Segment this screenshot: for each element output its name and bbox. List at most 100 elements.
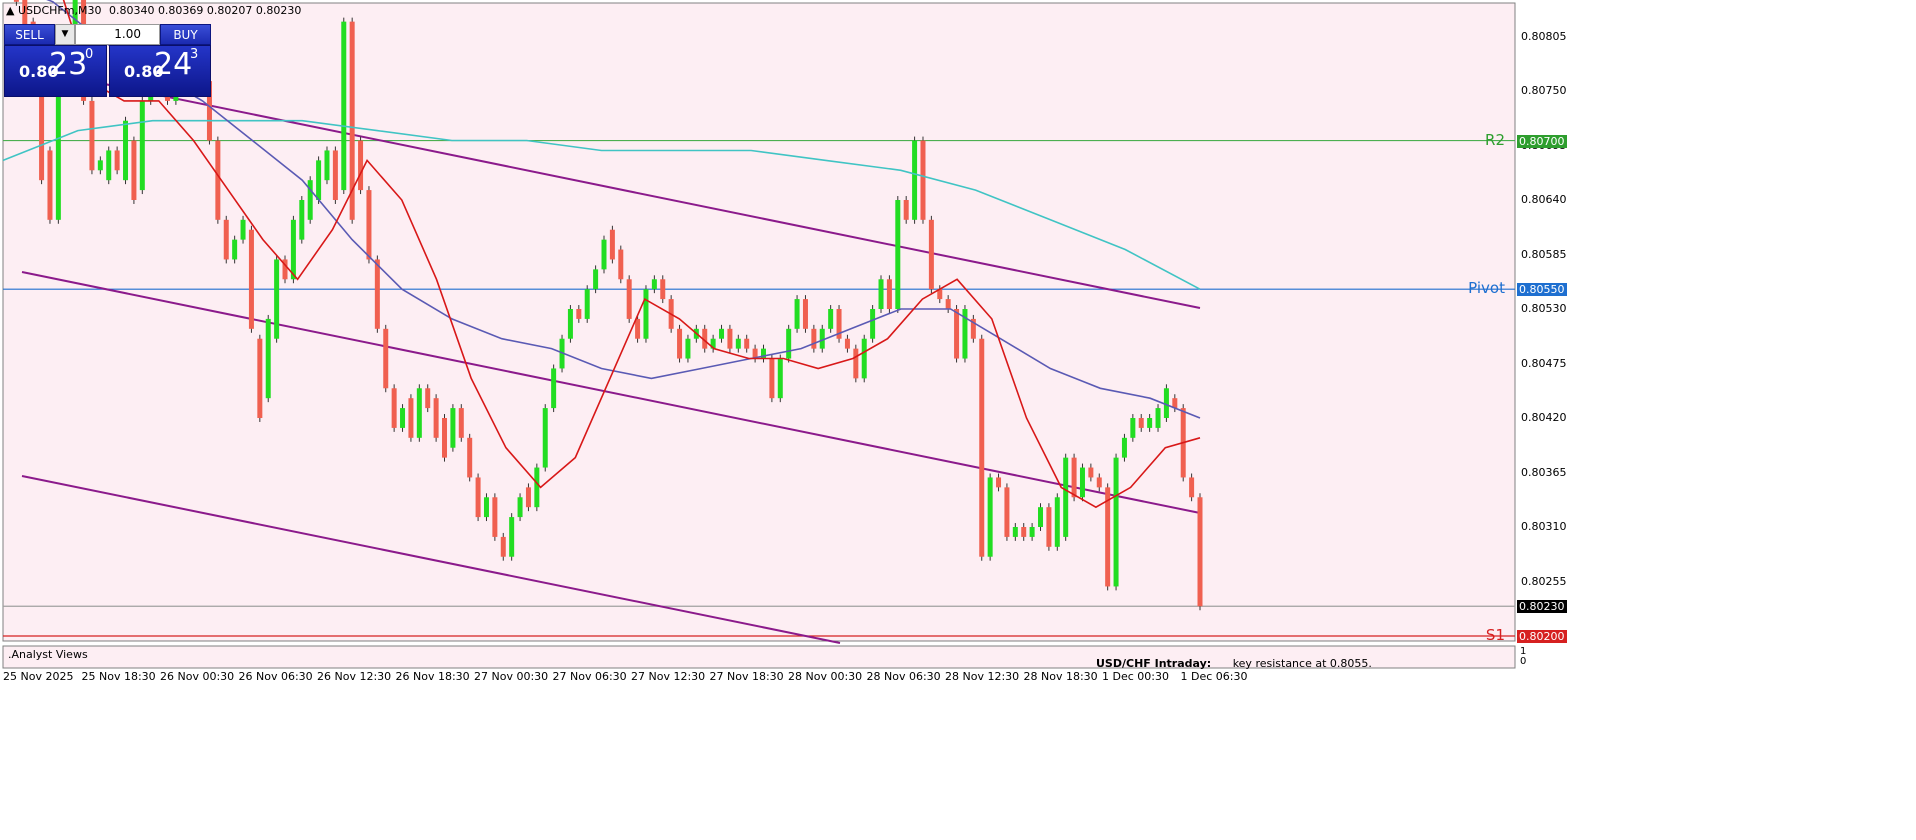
candle-bear	[366, 190, 372, 260]
sell-price[interactable]: 0.80 23 0	[4, 45, 107, 97]
candle-bear	[920, 140, 926, 220]
candle-bear	[47, 150, 53, 220]
candle-bull	[1130, 418, 1136, 438]
sell-button[interactable]: SELL	[4, 24, 55, 45]
candle-bull	[1113, 457, 1119, 587]
candle-bull	[509, 517, 515, 557]
candle-bear	[1096, 477, 1102, 488]
candle-bear	[391, 388, 397, 428]
candle-bull	[584, 289, 590, 319]
candle-bear	[844, 338, 850, 349]
candle-bear	[358, 140, 364, 191]
candle-bear	[1138, 418, 1144, 428]
candle-bear	[853, 348, 859, 379]
candle-bear	[332, 150, 338, 200]
candle-bear	[945, 299, 951, 309]
candle-bull	[828, 309, 834, 329]
candle-bear	[1046, 507, 1052, 547]
sell-price-big: 23	[49, 47, 88, 82]
price-tick-label: 0.80750	[1521, 84, 1567, 97]
candle-bull	[299, 200, 305, 240]
candle-bull	[735, 338, 741, 349]
level-label-s1: S1	[1485, 626, 1505, 644]
candle-bull	[341, 21, 347, 191]
candle-bear	[458, 408, 464, 438]
candle-bull	[324, 150, 330, 181]
ohlc-readout: 0.80340 0.80369 0.80207 0.80230	[108, 4, 302, 17]
buy-price-big: 24	[154, 47, 193, 82]
price-tick-label: 0.80310	[1521, 520, 1567, 533]
time-tick-label: 27 Nov 12:30	[631, 670, 706, 683]
lot-size-input[interactable]: 1.00	[75, 24, 160, 45]
one-click-trading-panel: SELL ▼ 1.00 BUY 0.80 23 0 0.80 24 3	[4, 24, 211, 97]
candle-bull	[542, 408, 548, 468]
price-tag-r2: 0.80700	[1517, 134, 1567, 148]
time-tick-label: 1 Dec 00:30	[1102, 670, 1169, 683]
time-tick-label: 28 Nov 18:30	[1023, 670, 1098, 683]
candle-bear	[660, 279, 666, 300]
candle-bull	[895, 200, 901, 309]
price-tag-current: 0.80230	[1517, 600, 1567, 614]
candle-bear	[811, 328, 817, 349]
candle-bull	[274, 259, 280, 339]
candle-bull	[240, 219, 246, 240]
candle-bear	[1189, 477, 1195, 498]
candle-bull	[912, 140, 918, 220]
candle-bear	[13, 0, 19, 2]
candle-bear	[1021, 527, 1027, 537]
candle-bear	[903, 200, 909, 220]
time-tick-label: 25 Nov 18:30	[81, 670, 156, 683]
price-tick-label: 0.80420	[1521, 411, 1567, 424]
candle-bear	[979, 338, 985, 557]
price-tick-label: 0.80255	[1521, 574, 1567, 588]
candle-bull	[97, 160, 103, 171]
candle-bull	[416, 388, 422, 438]
candle-bear	[475, 477, 481, 518]
candle-bear	[727, 328, 733, 349]
candle-bull	[651, 279, 657, 290]
buy-button[interactable]: BUY	[160, 24, 211, 45]
candle-bull	[1038, 507, 1044, 527]
chart-area	[2, 2, 1516, 642]
candle-bear	[442, 418, 448, 458]
candle-bear	[744, 338, 750, 349]
collapse-triangle-icon[interactable]: ▲	[6, 4, 14, 17]
candle-bull	[106, 150, 112, 181]
time-tick-label: 28 Nov 12:30	[945, 670, 1020, 683]
candle-bull	[878, 279, 884, 309]
chart-title: ▲ USDCHFm,M30 0.80340 0.80369 0.80207 0.…	[6, 4, 301, 17]
candle-bear	[114, 150, 120, 171]
candle-bull	[534, 467, 540, 508]
price-tag-pivot: 0.80550	[1517, 283, 1567, 297]
candle-bear	[626, 279, 632, 319]
level-label-pivot: Pivot	[1468, 279, 1505, 298]
candle-bear	[525, 487, 531, 508]
indicator-label: .Analyst Views	[8, 648, 88, 661]
time-tick-label: 27 Nov 06:30	[552, 670, 627, 683]
candle-bear	[576, 309, 582, 319]
lot-dropdown-icon[interactable]: ▼	[55, 24, 75, 45]
price-chart[interactable]	[0, 0, 1916, 840]
candle-bear	[1088, 467, 1094, 478]
candle-bull	[1121, 437, 1127, 458]
candle-bull	[139, 100, 145, 191]
candle-bull	[123, 120, 129, 181]
candle-bear	[374, 259, 380, 329]
analyst-title: USD/CHF Intraday:	[1096, 657, 1212, 670]
candle-bear	[802, 299, 808, 329]
candle-bear	[215, 140, 221, 220]
buy-price-sup: 3	[190, 47, 199, 62]
candle-bear	[248, 229, 254, 329]
candle-bear	[408, 398, 414, 438]
candle-bull	[861, 338, 867, 379]
candle-bull	[786, 328, 792, 359]
candle-bear	[433, 398, 439, 438]
candle-bull	[719, 328, 725, 339]
buy-price[interactable]: 0.80 24 3	[109, 45, 211, 97]
time-tick-label: 26 Nov 00:30	[160, 670, 235, 683]
candle-bear	[928, 219, 934, 290]
time-tick-label: 27 Nov 18:30	[709, 670, 784, 683]
analyst-text: USD/CHF Intraday: key resistance at 0.80…	[1096, 657, 1372, 670]
candle-bull	[551, 368, 557, 409]
time-tick-label: 26 Nov 18:30	[395, 670, 470, 683]
